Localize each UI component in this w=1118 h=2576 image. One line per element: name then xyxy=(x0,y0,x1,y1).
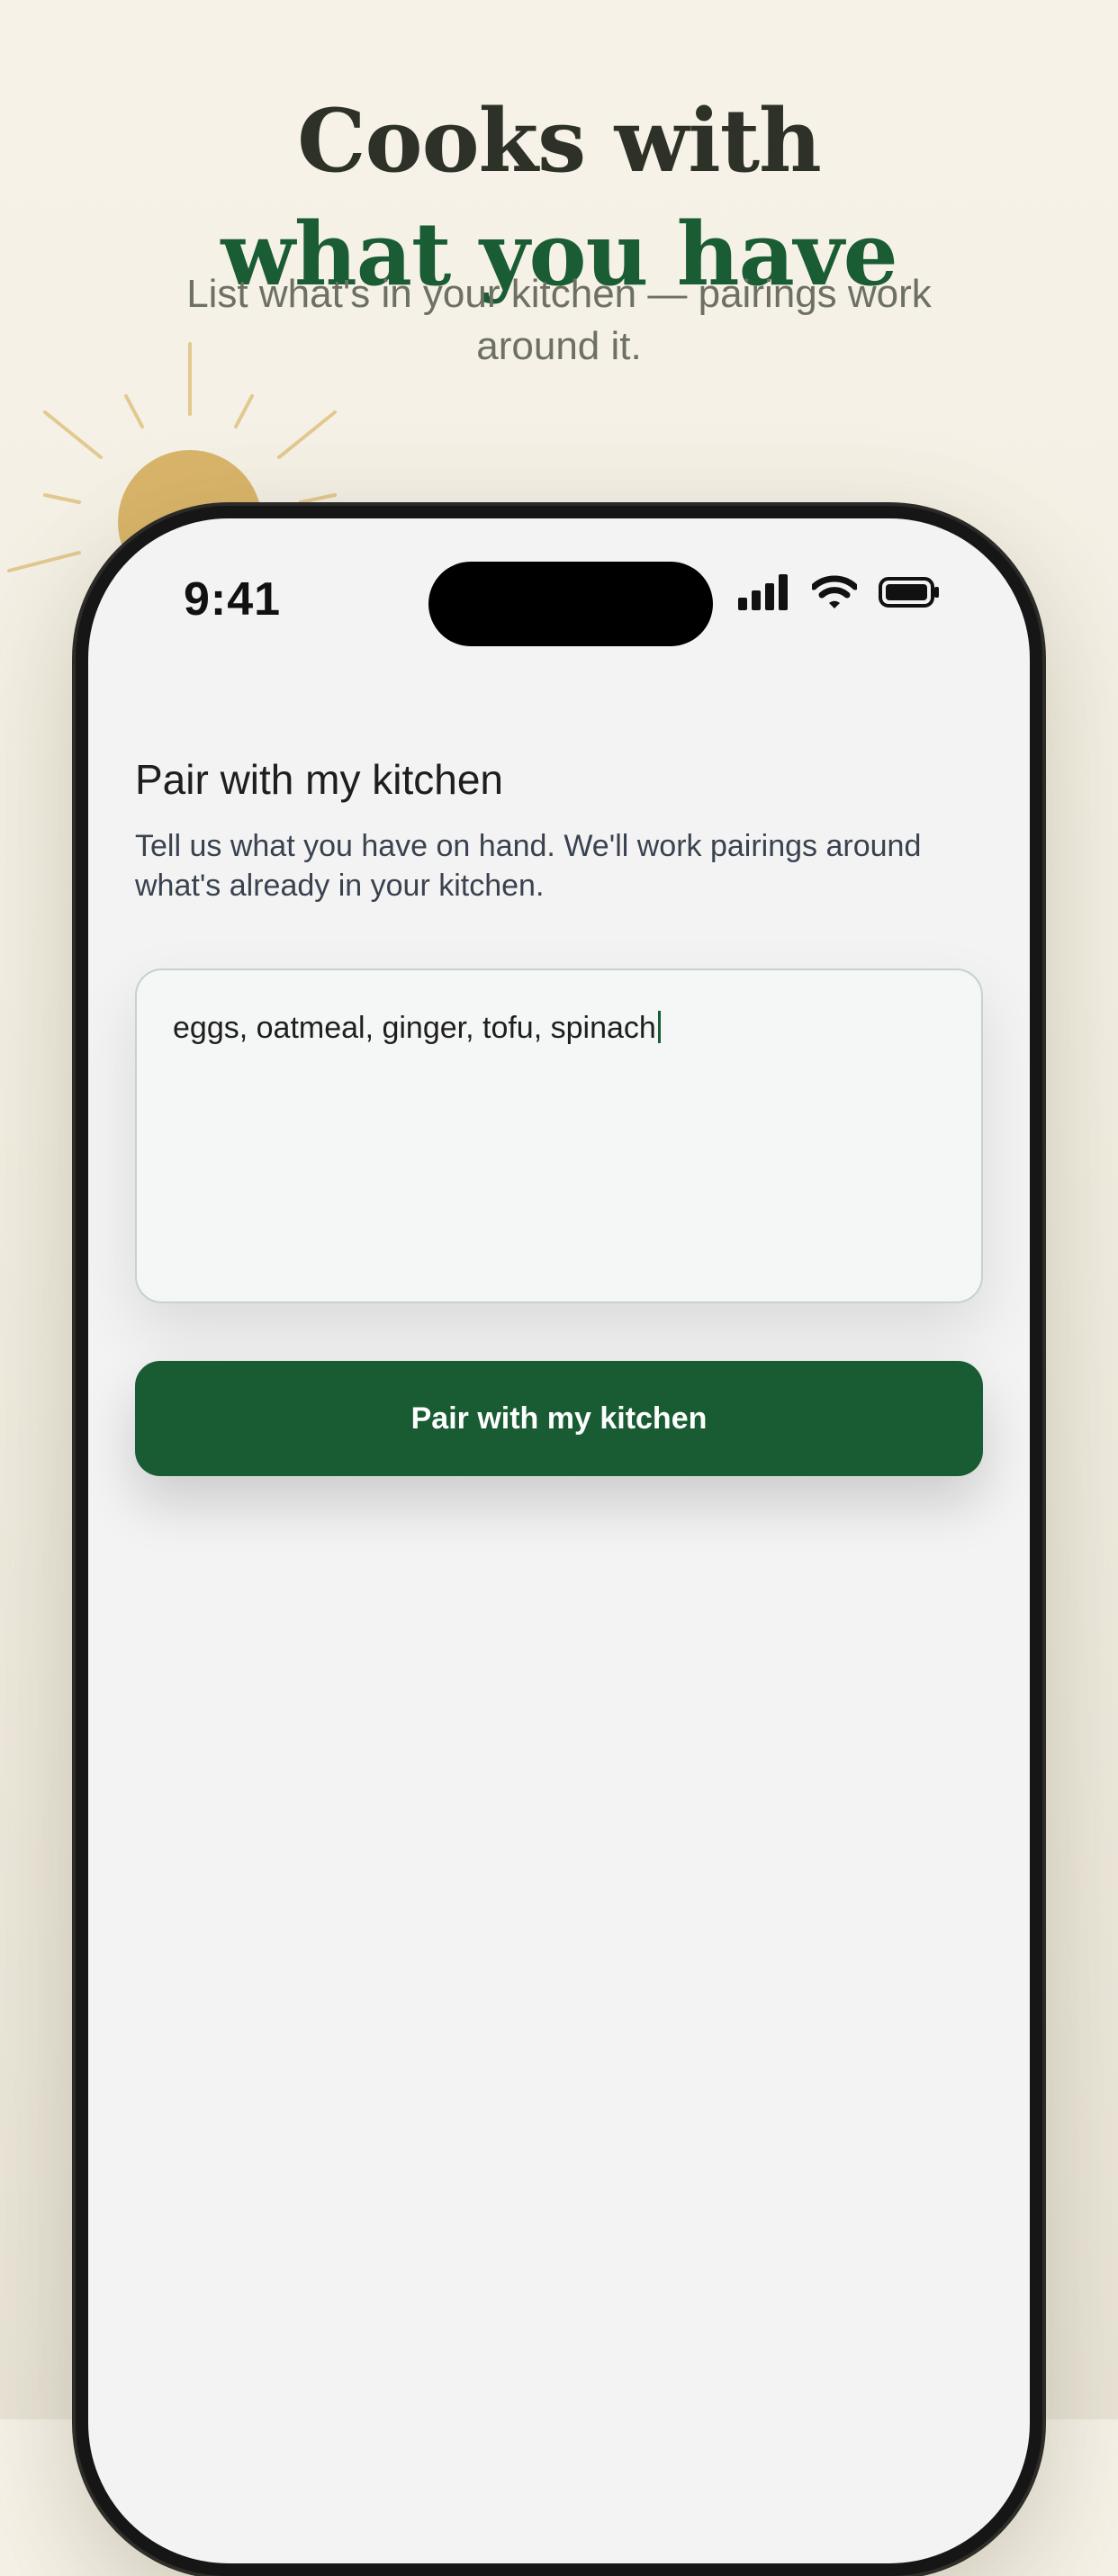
ingredients-input-value: eggs, oatmeal, ginger, tofu, spinach xyxy=(173,1011,656,1045)
kitchen-form-header: Pair with my kitchen Tell us what you ha… xyxy=(135,752,983,905)
dynamic-island xyxy=(428,562,713,646)
wifi-icon xyxy=(812,575,857,608)
battery-icon xyxy=(879,577,939,608)
pair-with-kitchen-button[interactable]: Pair with my kitchen xyxy=(135,1361,983,1476)
status-time: 9:41 xyxy=(184,573,282,626)
cellular-signal-icon xyxy=(738,574,788,610)
page-title: Pair with my kitchen xyxy=(135,756,504,803)
phone-frame: 9:41 Pair with my kitchen Tell us what y… xyxy=(76,506,1042,2576)
hero-title-line1: Cooks with xyxy=(297,90,822,193)
ingredients-input[interactable]: eggs, oatmeal, ginger, tofu, spinach xyxy=(135,968,983,1303)
status-icons xyxy=(738,574,940,610)
text-cursor xyxy=(657,1011,661,1043)
page-description: Tell us what you have on hand. We'll wor… xyxy=(135,829,922,903)
